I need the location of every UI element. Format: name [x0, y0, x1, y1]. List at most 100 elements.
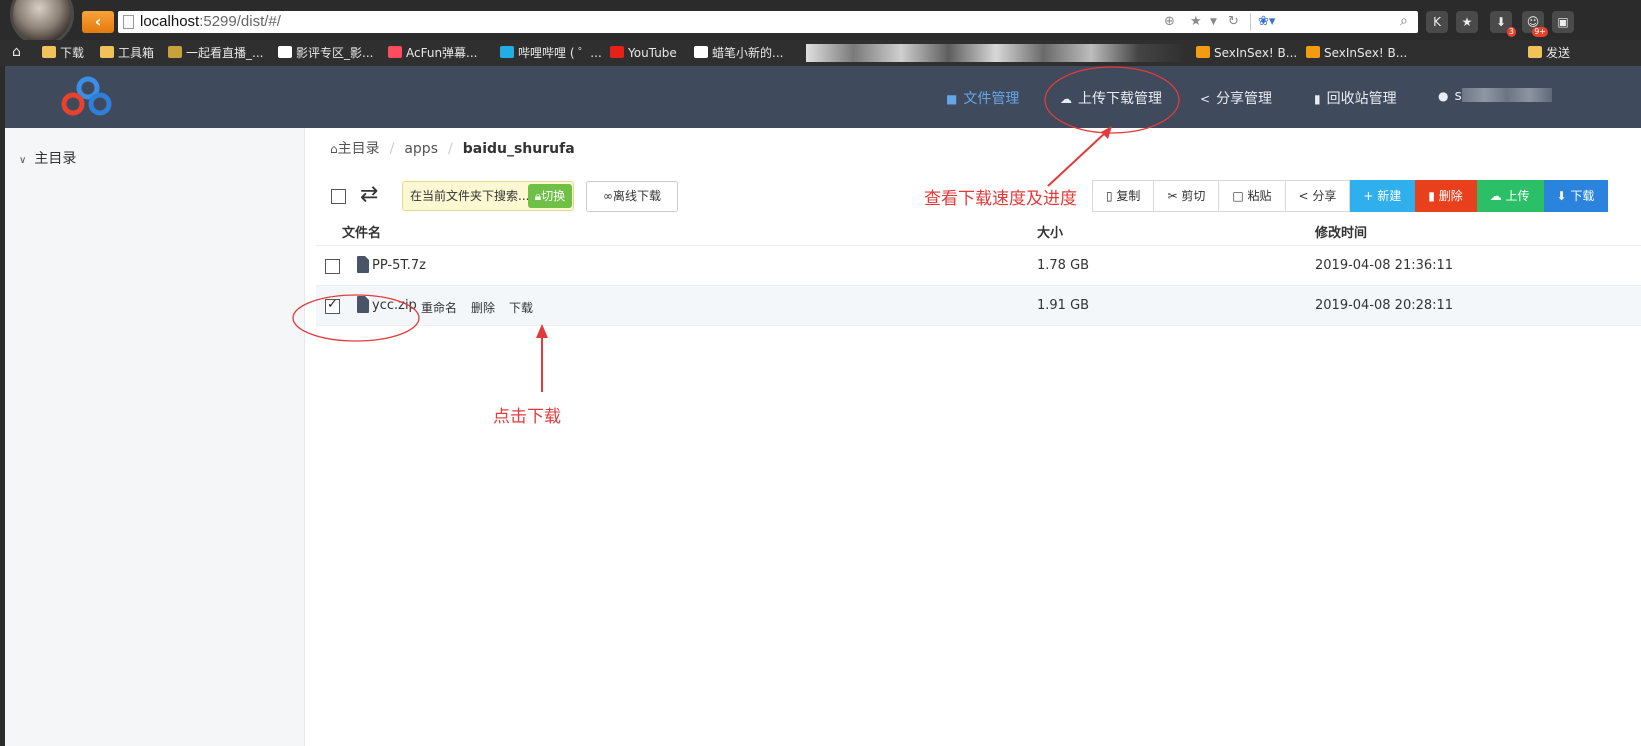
switch-button[interactable]: 🔒︎切换 [528, 184, 572, 208]
folder-icon [1528, 46, 1542, 58]
file-size: 1.78 GB [1037, 258, 1090, 273]
cloud-upload-icon: ☁ [1489, 189, 1506, 203]
upload-button[interactable]: ☁ 上传 [1476, 180, 1544, 212]
app-header: ■ 文件管理 ☁ 上传下载管理 < 分享管理 ▮ 回收站管理 ● s [5, 66, 1641, 128]
bookmark-review[interactable]: 影评专区_影... [278, 44, 373, 62]
paste-button[interactable]: □ 粘贴 [1219, 180, 1286, 212]
home-icon[interactable]: ⌂ [12, 43, 21, 61]
nav-file-management[interactable]: ■ 文件管理 [946, 88, 1019, 108]
delete-link[interactable]: 删除 [471, 299, 495, 316]
share-button[interactable]: < 分享 [1285, 180, 1351, 212]
table-header: 文件名 大小 修改时间 [316, 214, 1641, 246]
extension-star-icon[interactable]: ★ [1456, 11, 1478, 33]
link-icon: ∞ [602, 189, 613, 203]
breadcrumb-home[interactable]: ⌂主目录 [330, 141, 380, 157]
file-modified: 2019-04-08 20:28:11 [1315, 298, 1454, 313]
download-extension-icon[interactable]: ⬇ 3 [1490, 11, 1516, 37]
site-icon [694, 46, 708, 58]
breadcrumb: ⌂主目录 / apps / baidu_shurufa [330, 141, 575, 157]
search-icon[interactable]: ⌕ [1400, 13, 1408, 29]
trash-icon: ▮ [1428, 189, 1439, 203]
bookmark-crayon[interactable]: 蜡笔小新的... [694, 44, 783, 62]
blurred-username [1461, 88, 1552, 102]
table-row[interactable]: PP-5T.7z 1.78 GB 2019-04-08 21:36:11 [316, 246, 1641, 286]
col-name-header[interactable]: 文件名 [342, 222, 381, 241]
site-icon [1196, 46, 1210, 58]
nav-transfer-management[interactable]: ☁ 上传下载管理 [1060, 88, 1162, 108]
share-icon: < [1298, 189, 1313, 203]
breadcrumb-apps[interactable]: apps [404, 141, 438, 157]
reader-mode-icon[interactable]: ⊕ [1164, 14, 1175, 29]
download-button[interactable]: ⬇ 下载 [1543, 180, 1609, 212]
swap-view-icon[interactable]: ⇄ [360, 182, 378, 207]
home-icon: ⌂ [330, 142, 338, 156]
trash-icon: ▮ [1314, 92, 1321, 106]
bookmark-folder-toolbox[interactable]: 工具箱 [100, 44, 154, 62]
user-icon: ● [1438, 89, 1449, 103]
search-engine-icon[interactable]: ❀▾ [1258, 14, 1275, 29]
offline-download-button[interactable]: ∞离线下载 [586, 181, 678, 212]
acfun-icon [388, 46, 402, 58]
bookmark-sexinsex-2[interactable]: SexInSex! B... [1306, 44, 1407, 62]
bookmark-star-icon[interactable]: ★ [1190, 14, 1202, 29]
cut-button[interactable]: ✂ 剪切 [1154, 180, 1220, 212]
folder-icon [100, 46, 114, 58]
sidebar: ∨ 主目录 [5, 128, 305, 746]
user-menu[interactable]: ● s [1438, 88, 1552, 104]
delete-button[interactable]: ▮ 删除 [1415, 180, 1477, 212]
col-size-header[interactable]: 大小 [1037, 222, 1063, 241]
file-table: 文件名 大小 修改时间 PP-5T.7z 1.78 GB 2019-04-08 … [316, 214, 1641, 326]
action-bar: ▯ 复制 ✂ 剪切 □ 粘贴 < 分享 + 新建 ▮ 删除 ☁ 上传 ⬇ 下载 [1092, 180, 1609, 212]
file-name[interactable]: PP-5T.7z [372, 258, 426, 273]
download-icon: ⬇ [1556, 189, 1571, 203]
copy-button[interactable]: ▯ 复制 [1092, 180, 1155, 212]
file-size: 1.91 GB [1037, 298, 1090, 313]
table-row[interactable]: ycc.zip 重命名 删除 下载 1.91 GB 2019-04-08 20:… [316, 286, 1641, 326]
file-icon [357, 296, 369, 313]
main-content: ⌂主目录 / apps / baidu_shurufa ⇄ 在当前文件夹下搜索... 🔒… [306, 128, 1641, 746]
dropdown-arrow-icon[interactable]: ▼ [1210, 17, 1217, 27]
row-checkbox[interactable] [325, 297, 340, 314]
extension-k-icon[interactable]: K [1426, 11, 1448, 33]
game-extension-icon[interactable]: ☺ 9+ [1522, 11, 1548, 37]
site-icon [1306, 46, 1320, 58]
extension-icon[interactable]: ▣ [1552, 11, 1574, 33]
back-button[interactable]: ‹ [82, 11, 114, 33]
app-logo [61, 76, 112, 116]
bookmark-acfun[interactable]: AcFun弹幕... [388, 44, 478, 62]
download-link[interactable]: 下载 [509, 299, 533, 316]
tree-root-item[interactable]: ∨ 主目录 [19, 148, 76, 168]
chevron-down-icon[interactable]: ∨ [19, 155, 26, 166]
blurred-bookmarks [806, 44, 1186, 62]
breadcrumb-current: baidu_shurufa [462, 141, 575, 157]
col-modified-header[interactable]: 修改时间 [1315, 222, 1367, 241]
url-text: localhost:5299/dist/#/ [140, 13, 281, 30]
reload-icon[interactable]: ↻ [1228, 14, 1239, 29]
cloud-icon: ☁ [1060, 92, 1072, 106]
bookmark-bilibili[interactable]: 哔哩哔哩 ( ゜... [500, 44, 602, 62]
row-checkbox[interactable] [325, 259, 340, 274]
file-modified: 2019-04-08 21:36:11 [1315, 258, 1454, 273]
nav-share-management[interactable]: < 分享管理 [1200, 88, 1272, 108]
share-icon: < [1200, 92, 1211, 106]
address-bar[interactable]: localhost:5299/dist/#/ ⊕ ★ ▼ ↻ ❀▾ ⌕ [118, 11, 1418, 33]
bookmark-youtube[interactable]: YouTube [610, 44, 677, 62]
url-divider [1250, 13, 1251, 31]
rename-link[interactable]: 重命名 [421, 299, 457, 316]
folder-icon: ■ [946, 92, 958, 106]
file-icon [357, 256, 369, 273]
site-icon [168, 46, 182, 58]
copy-icon: ▯ [1106, 189, 1117, 203]
scissors-icon: ✂ [1167, 189, 1182, 203]
browser-toolbar: ‹ localhost:5299/dist/#/ ⊕ ★ ▼ ↻ ❀▾ ⌕ K … [0, 0, 1641, 46]
bookmark-live[interactable]: 一起看直播_... [168, 44, 263, 62]
file-name[interactable]: ycc.zip [372, 298, 417, 313]
bookmark-folder-download[interactable]: 下载 [42, 44, 84, 62]
bookmark-sexinsex-1[interactable]: SexInSex! B... [1196, 44, 1297, 62]
bookmarks-bar: ⌂ 下载 工具箱 一起看直播_... 影评专区_影... AcFun弹幕... … [0, 40, 1641, 66]
nav-recycle-management[interactable]: ▮ 回收站管理 [1314, 88, 1397, 108]
new-button[interactable]: + 新建 [1350, 180, 1416, 212]
select-all-checkbox[interactable] [331, 189, 346, 204]
site-icon [278, 46, 292, 58]
bookmark-send[interactable]: 发送 [1528, 44, 1570, 62]
